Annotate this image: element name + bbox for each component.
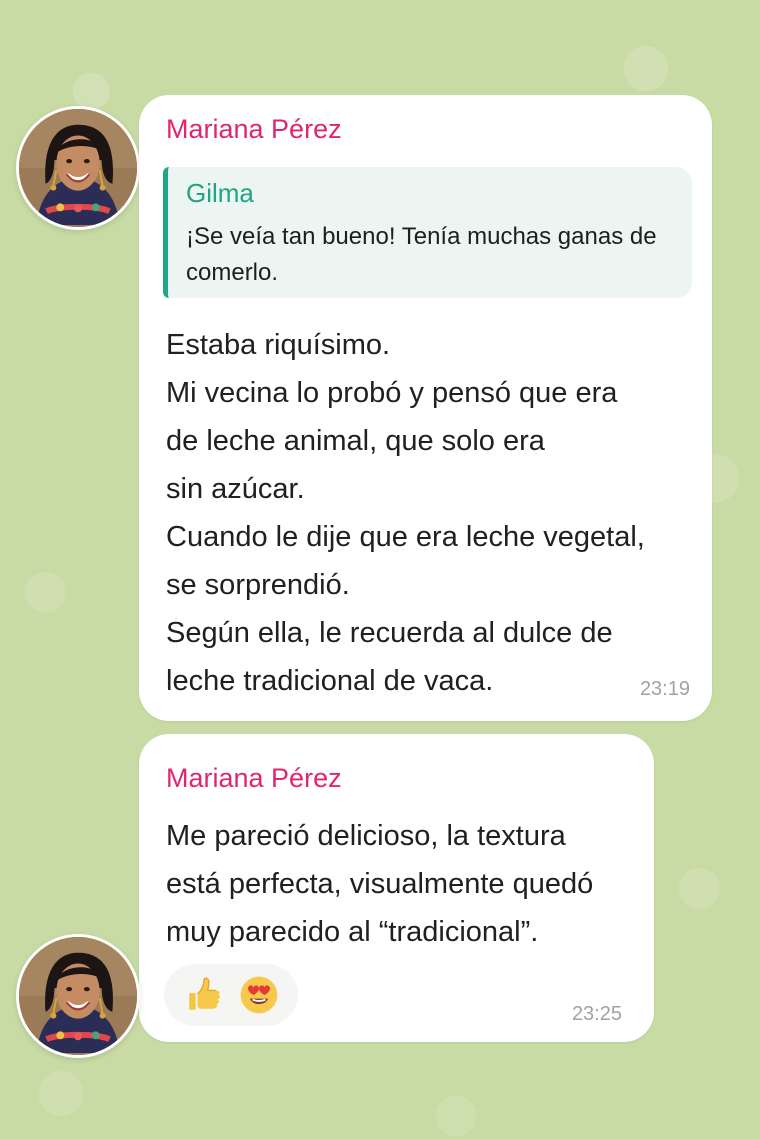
reactions-bar[interactable]	[164, 964, 298, 1026]
message-time: 23:25	[571, 1003, 622, 1025]
message-line: Cuando le dije que era leche vegetal,	[166, 521, 645, 553]
sender-name: Mariana Pérez	[166, 763, 342, 793]
thumbs-up-icon[interactable]	[181, 973, 225, 1017]
message-line: Según ella, le recuerda al dulce de	[166, 617, 613, 649]
sender-avatar[interactable]	[16, 934, 140, 1058]
avatar-photo-icon	[19, 937, 137, 1055]
heart-eyes-icon[interactable]	[237, 973, 281, 1017]
message-line: se sorprendió.	[166, 569, 350, 601]
message-bubble-2[interactable]: Mariana Pérez Me pareció delicioso, la t…	[139, 734, 654, 1042]
message-line: de leche animal, que solo era	[166, 425, 545, 457]
message-time: 23:19	[639, 678, 690, 700]
message-text: Estaba riquísimo. Mi vecina lo probó y p…	[166, 321, 645, 705]
message-line: sin azúcar.	[166, 473, 305, 505]
reply-preview[interactable]: Gilma ¡Se veía tan bueno! Tenía muchas g…	[163, 167, 692, 298]
message-line: Me pareció delicioso, la textura	[166, 820, 566, 852]
message-line: Estaba riquísimo.	[166, 329, 391, 361]
reply-text: ¡Se veía tan bueno! Tenía muchas ganas d…	[186, 223, 657, 286]
sender-name: Mariana Pérez	[166, 114, 342, 144]
message-line: Mi vecina lo probó y pensó que era	[166, 377, 618, 409]
sender-avatar[interactable]	[16, 106, 140, 230]
reply-sender-name: Gilma	[186, 178, 254, 208]
message-line: leche tradicional de vaca.	[166, 665, 494, 697]
message-line: está perfecta, visualmente quedó	[166, 868, 594, 900]
message-text: Me pareció delicioso, la textura está pe…	[166, 812, 593, 956]
message-bubble-1[interactable]: Mariana Pérez Gilma ¡Se veía tan bueno! …	[139, 95, 712, 721]
message-line: muy parecido al “tradicional”.	[166, 916, 539, 948]
avatar-photo-icon	[19, 109, 137, 227]
